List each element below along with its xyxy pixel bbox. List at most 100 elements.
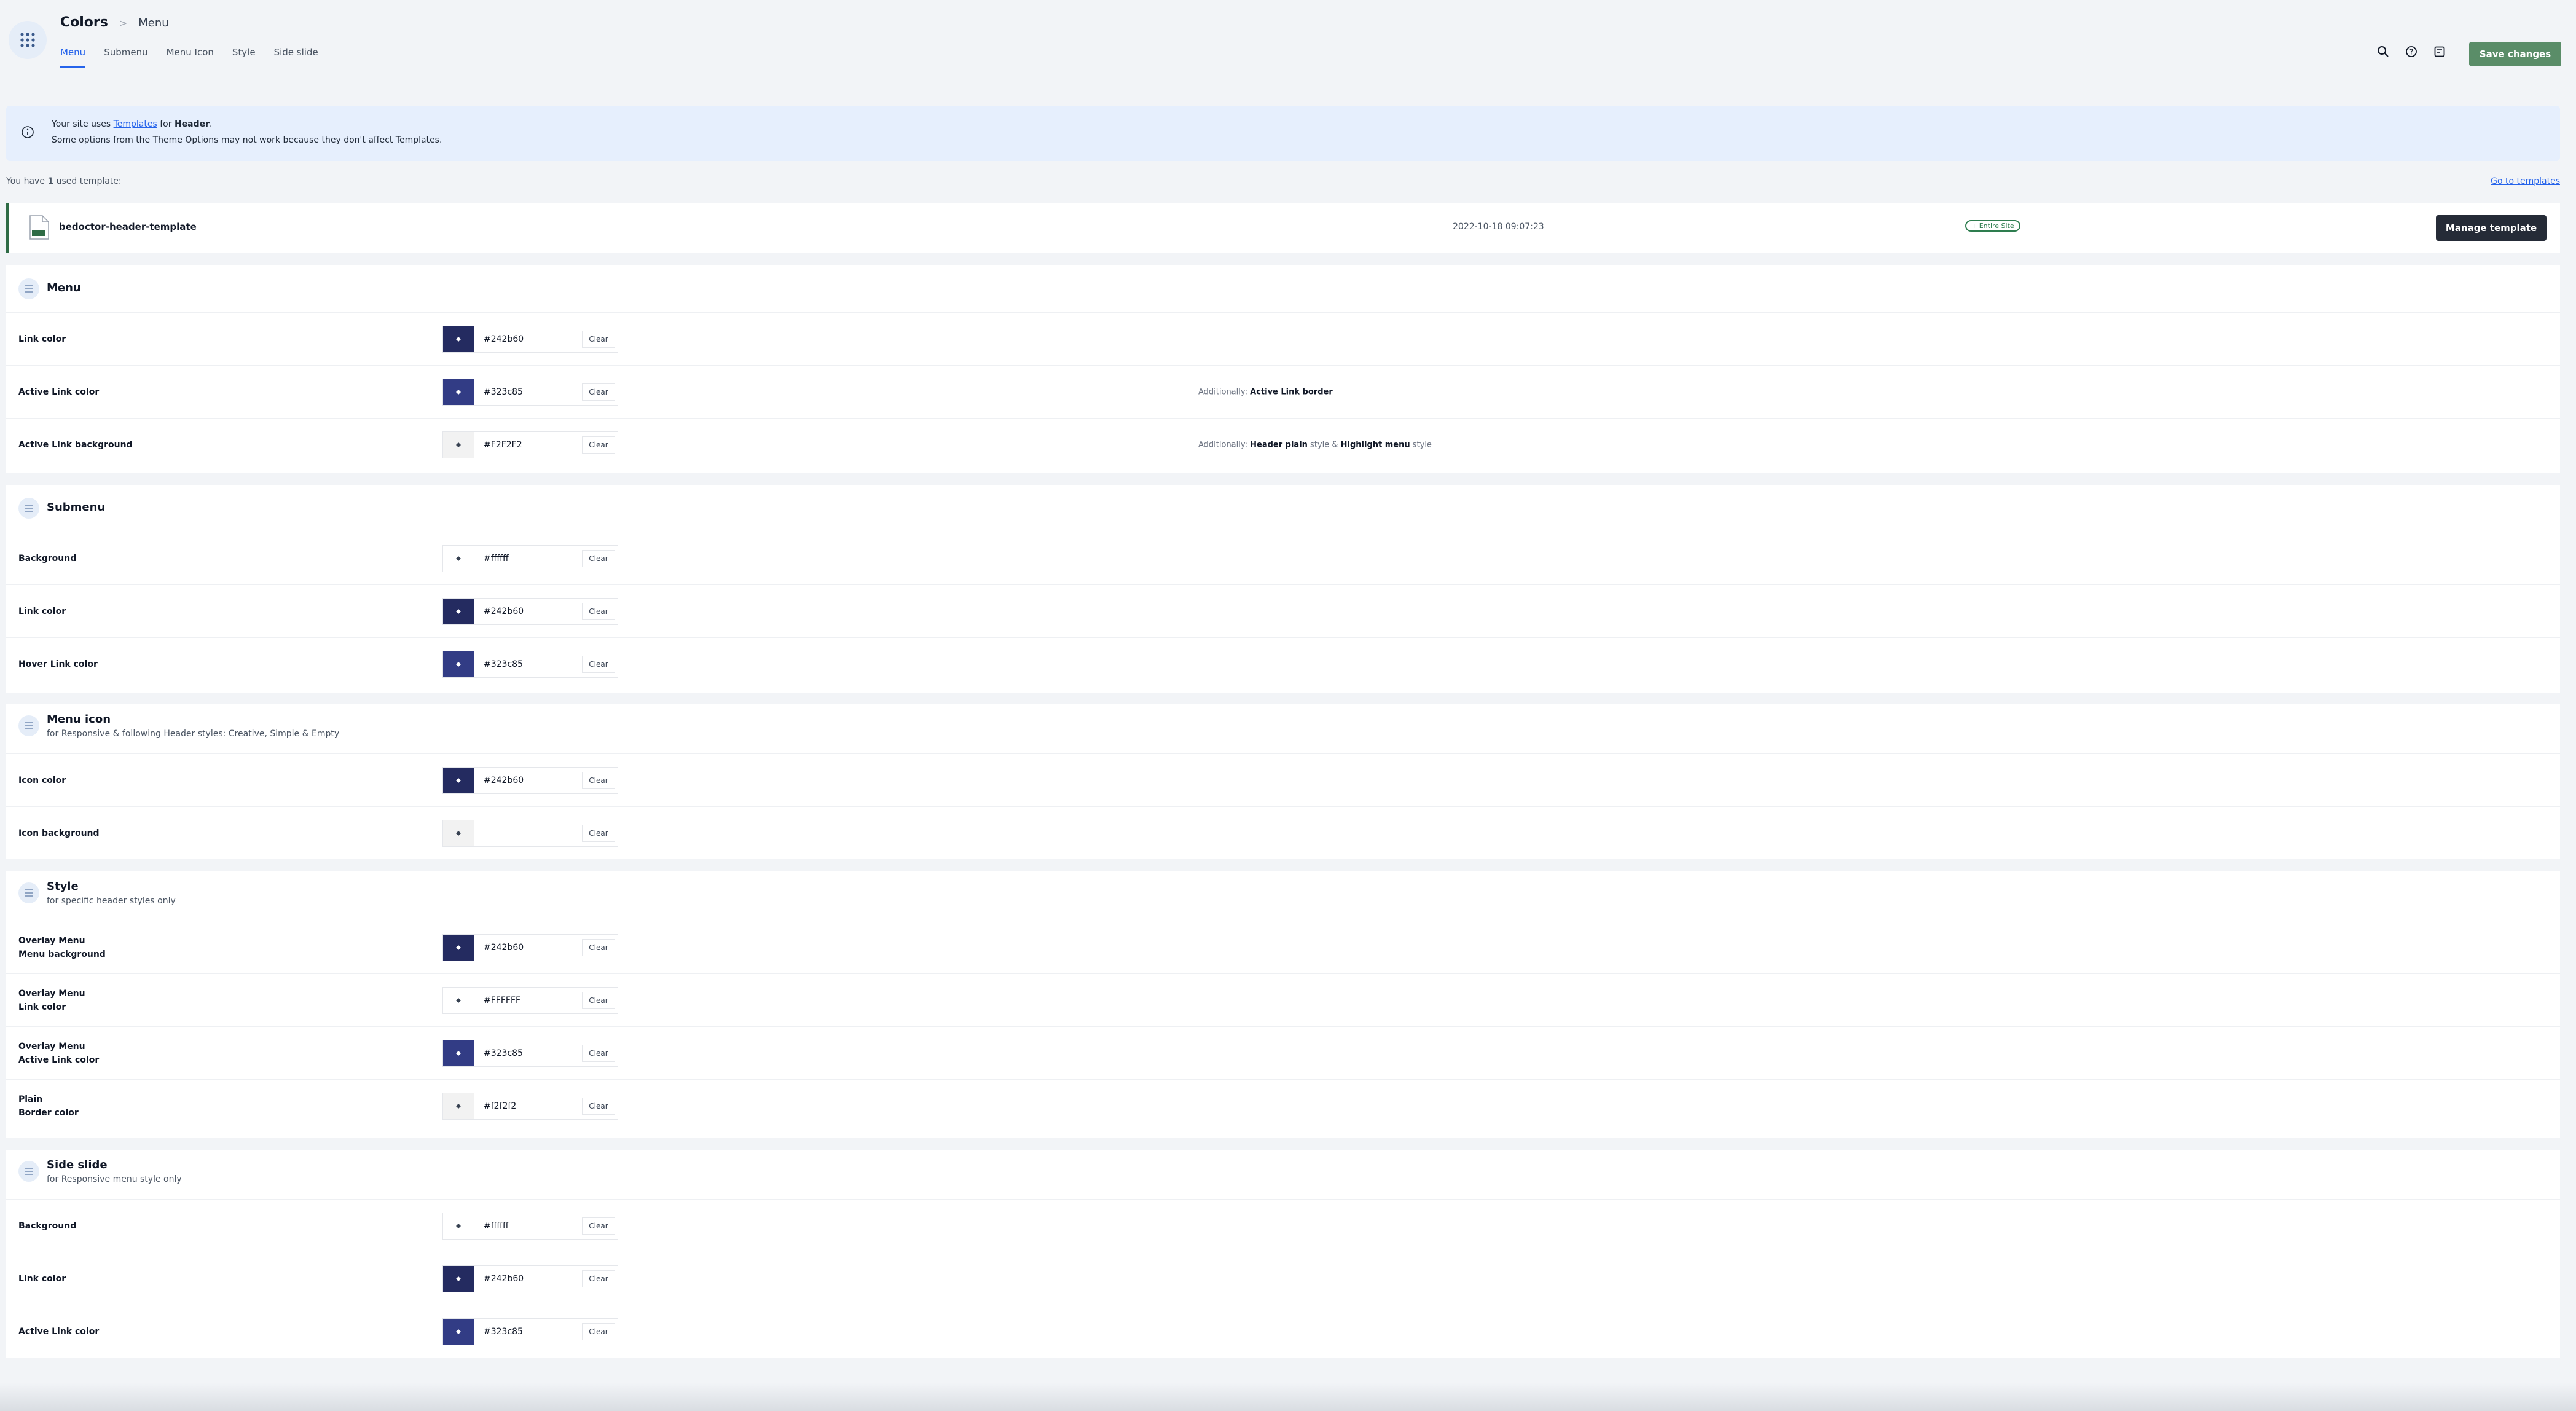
notes-icon[interactable] [2432, 44, 2447, 59]
color-swatch[interactable] [443, 1265, 474, 1292]
additional-note: Additionally: Active Link border [1198, 387, 1333, 396]
color-swatch[interactable] [443, 545, 474, 572]
color-hex-input[interactable] [474, 431, 582, 458]
template-card: bedoctor-header-template 2022-10-18 09:0… [6, 203, 2560, 253]
color-hex-input[interactable] [474, 767, 582, 793]
color-swatch[interactable] [443, 987, 474, 1013]
templates-link[interactable]: Templates [114, 119, 157, 129]
clear-button[interactable]: Clear [582, 1323, 615, 1340]
color-swatch[interactable] [443, 326, 474, 352]
color-swatch[interactable] [443, 379, 474, 405]
clear-button[interactable]: Clear [582, 1217, 615, 1235]
setting-label: Icon background [18, 828, 100, 838]
template-file-icon [29, 215, 49, 240]
section-title: Menu icon [47, 713, 111, 726]
setting-row-active-link-color: Active Link color Clear Additionally: Ac… [6, 366, 2560, 419]
section-menu: Menu Link color Clear Active Link color … [6, 265, 2560, 473]
color-picker: Clear [442, 378, 618, 406]
clear-button[interactable]: Clear [582, 549, 615, 567]
setting-row-link-color: Link color Clear [6, 1252, 2560, 1305]
apps-menu-button[interactable] [9, 21, 47, 59]
menu-icon-section-icon [18, 715, 39, 736]
section-subtitle: for Responsive menu style only [47, 1174, 182, 1184]
color-picker: Clear [442, 544, 618, 572]
color-swatch[interactable] [443, 820, 474, 846]
color-hex-input[interactable] [474, 1040, 582, 1066]
paint-bucket-icon [456, 1050, 461, 1056]
tab-side-slide[interactable]: Side slide [274, 47, 318, 68]
manage-template-button[interactable]: Manage template [2436, 215, 2547, 241]
setting-label: Overlay Menu Link color [18, 988, 85, 1012]
paint-bucket-icon [456, 442, 461, 447]
setting-label: Link color [18, 606, 66, 616]
clear-button[interactable]: Clear [582, 1044, 615, 1062]
paint-bucket-icon [456, 777, 461, 783]
clear-button[interactable]: Clear [582, 938, 615, 956]
color-picker: Clear [442, 1092, 618, 1120]
clear-button[interactable]: Clear [582, 1270, 615, 1287]
paint-bucket-icon [456, 336, 461, 342]
search-icon[interactable] [2376, 44, 2390, 59]
setting-row-overlay-menu-link-color: Overlay MenuLink color Clear [6, 974, 2560, 1027]
color-swatch[interactable] [443, 598, 474, 624]
color-hex-input[interactable] [474, 987, 582, 1013]
paint-bucket-icon [456, 997, 461, 1003]
tab-menu-icon[interactable]: Menu Icon [167, 47, 214, 68]
color-picker: Clear [442, 766, 618, 794]
color-hex-input[interactable] [474, 820, 582, 846]
side-slide-section-icon [18, 1161, 39, 1182]
clear-button[interactable]: Clear [582, 824, 615, 842]
paint-bucket-icon [456, 608, 461, 614]
tab-style[interactable]: Style [232, 47, 256, 68]
go-to-templates-link[interactable]: Go to templates [2491, 176, 2560, 186]
color-swatch[interactable] [443, 431, 474, 458]
color-hex-input[interactable] [474, 1213, 582, 1239]
tab-submenu[interactable]: Submenu [104, 47, 147, 68]
tab-menu[interactable]: Menu [60, 47, 86, 68]
clear-button[interactable]: Clear [582, 655, 615, 673]
color-hex-input[interactable] [474, 1093, 582, 1119]
style-section-icon [18, 882, 39, 903]
color-swatch[interactable] [443, 767, 474, 793]
color-swatch[interactable] [443, 1093, 474, 1119]
clear-button[interactable]: Clear [582, 1097, 615, 1115]
setting-row-overlay-menu-active-link-color: Overlay MenuActive Link color Clear [6, 1027, 2560, 1080]
clear-button[interactable]: Clear [582, 771, 615, 789]
template-date: 2022-10-18 09:07:23 [1453, 222, 1544, 232]
color-hex-input[interactable] [474, 1318, 582, 1345]
color-picker: Clear [442, 819, 618, 847]
paint-bucket-icon [456, 945, 461, 950]
paint-bucket-icon [456, 661, 461, 667]
color-hex-input[interactable] [474, 1265, 582, 1292]
help-icon[interactable]: ? [2404, 44, 2419, 59]
breadcrumb: Colors > Menu [60, 15, 169, 30]
color-swatch[interactable] [443, 1040, 474, 1066]
color-hex-input[interactable] [474, 651, 582, 677]
breadcrumb-colors[interactable]: Colors [60, 15, 108, 30]
clear-button[interactable]: Clear [582, 436, 615, 454]
color-swatch[interactable] [443, 1213, 474, 1239]
setting-label: Plain Border color [18, 1094, 79, 1118]
save-changes-button[interactable]: Save changes [2469, 42, 2561, 66]
color-hex-input[interactable] [474, 326, 582, 352]
grid-icon [20, 33, 35, 47]
color-picker: Clear [442, 325, 618, 353]
setting-row-link-color: Link color Clear [6, 313, 2560, 366]
template-scope-badge: + Entire Site [1965, 220, 2020, 232]
setting-row-link-color: Link color Clear [6, 585, 2560, 638]
color-swatch[interactable] [443, 1318, 474, 1345]
color-swatch[interactable] [443, 934, 474, 961]
template-name: bedoctor-header-template [59, 221, 197, 232]
section-submenu: Submenu Background Clear Link color Clea… [6, 485, 2560, 693]
color-hex-input[interactable] [474, 598, 582, 624]
color-swatch[interactable] [443, 651, 474, 677]
setting-row-background: Background Clear [6, 532, 2560, 585]
clear-button[interactable]: Clear [582, 602, 615, 620]
clear-button[interactable]: Clear [582, 383, 615, 401]
clear-button[interactable]: Clear [582, 991, 615, 1009]
section-title: Menu [47, 281, 81, 294]
color-hex-input[interactable] [474, 379, 582, 405]
color-hex-input[interactable] [474, 934, 582, 961]
clear-button[interactable]: Clear [582, 330, 615, 348]
color-hex-input[interactable] [474, 545, 582, 572]
